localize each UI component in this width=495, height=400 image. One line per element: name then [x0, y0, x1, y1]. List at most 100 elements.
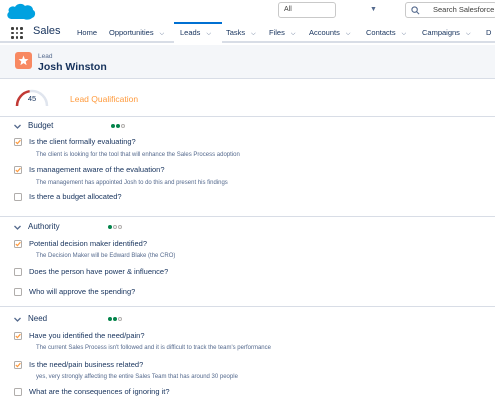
app-launcher-icon[interactable] [11, 27, 23, 39]
progress-dot [118, 317, 122, 321]
progress-dot [113, 225, 117, 229]
tab-files[interactable]: Files ⌵ [269, 22, 295, 43]
record-name: Josh Winston [38, 61, 107, 73]
tab-contacts[interactable]: Contacts ⌵ [366, 22, 406, 43]
chevron-down-icon[interactable]: ⌵ [251, 24, 256, 45]
chevron-down-icon[interactable]: ⌵ [402, 24, 407, 45]
progress-dot [108, 225, 112, 229]
question-answer: The management has appointed Josh to do … [36, 180, 228, 186]
question-checkbox[interactable] [14, 361, 22, 369]
chevron-down-icon[interactable]: ⌵ [291, 24, 296, 45]
section-divider [0, 216, 495, 217]
section-title: Authority [28, 222, 60, 231]
section-header-budget[interactable]: Budget [13, 121, 153, 133]
search-scope-select[interactable]: All [278, 2, 336, 18]
tab-label: Campaigns [422, 28, 460, 37]
question-checkbox[interactable] [14, 240, 22, 248]
progress-dot [118, 225, 122, 229]
search-scope-caret-icon[interactable]: ▼ [370, 6, 377, 13]
app-name: Sales [33, 25, 61, 37]
qualification-question: Is the need/pain business related? [14, 360, 314, 372]
qualification-question: Is management aware of the evaluation? [14, 165, 314, 177]
checkmark-icon [15, 362, 21, 368]
section-title: Need [28, 314, 48, 323]
checkmark-icon [15, 333, 21, 339]
salesforce-logo[interactable] [6, 2, 36, 22]
chevron-down-icon[interactable]: ⌵ [160, 24, 165, 45]
question-checkbox[interactable] [14, 332, 22, 340]
checkmark-icon [15, 167, 21, 173]
qualification-question: Is the client formally evaluating? [14, 137, 314, 149]
tab-label: Tasks [226, 28, 246, 37]
record-type-label: Lead [38, 53, 53, 60]
question-checkbox[interactable] [14, 166, 22, 174]
question-text: Is the need/pain business related? [29, 360, 144, 369]
progress-dot [108, 317, 112, 321]
question-text: Who will approve the spending? [29, 287, 136, 296]
section-divider [0, 306, 495, 307]
question-checkbox[interactable] [14, 288, 22, 296]
section-title: Budget [28, 121, 54, 130]
chevron-down-icon[interactable]: ⌵ [346, 24, 351, 45]
question-answer: yes, very strongly affecting the entire … [36, 374, 238, 380]
question-text: What are the consequences of ignoring it… [29, 387, 170, 396]
chevron-down-icon[interactable]: ⌵ [206, 25, 211, 43]
search-scope-value: All [284, 6, 292, 13]
question-text: Potential decision maker identified? [29, 239, 147, 248]
tab-label: Home [77, 28, 98, 37]
progress-dot [121, 124, 125, 128]
qualification-question: Does the person have power & influence? [14, 267, 314, 279]
tab-accounts[interactable]: Accounts ⌵ [309, 22, 350, 43]
progress-dot [111, 124, 115, 128]
question-answer: The Decision Maker will be Edward Blake … [36, 253, 176, 259]
chevron-down-icon[interactable] [13, 315, 22, 324]
tab-home[interactable]: Home [77, 22, 97, 43]
section-header-authority[interactable]: Authority [13, 222, 153, 234]
qualification-question: Is there a budget allocated? [14, 192, 314, 204]
tab-label: Files [269, 28, 285, 37]
progress-dot [116, 124, 120, 128]
tab-label: Leads [180, 28, 201, 37]
section-header-need[interactable]: Need [13, 314, 153, 326]
checkmark-icon [15, 241, 21, 247]
tab-label: D [486, 28, 492, 37]
progress-dot [113, 317, 117, 321]
question-checkbox[interactable] [14, 193, 22, 201]
tab-leads[interactable]: Leads ⌵ [174, 22, 222, 43]
record-header: Lead Josh Winston [0, 45, 495, 79]
chevron-down-icon[interactable]: ⌵ [466, 24, 471, 45]
tab-overflow[interactable]: D [486, 22, 491, 43]
search-placeholder: Search Salesforce [433, 5, 495, 14]
checkmark-icon [15, 139, 21, 145]
qualification-title: Lead Qualification [70, 94, 139, 104]
qualification-question: Who will approve the spending? [14, 287, 314, 299]
section-divider [0, 116, 495, 117]
search-icon [411, 6, 420, 15]
app-nav-bar: Sales Home Opportunities ⌵ Leads ⌵ Tasks ⌵ … [0, 22, 495, 43]
chevron-down-icon[interactable] [13, 122, 22, 131]
qualification-question: Potential decision maker identified? [14, 239, 314, 251]
qualification-question: What are the consequences of ignoring it… [14, 387, 314, 399]
question-checkbox[interactable] [14, 388, 22, 396]
global-header: All ▼ Search Salesforce [0, 0, 495, 22]
question-checkbox[interactable] [14, 268, 22, 276]
tab-tasks[interactable]: Tasks ⌵ [226, 22, 256, 43]
tab-label: Opportunities [109, 28, 154, 37]
question-text: Does the person have power & influence? [29, 267, 169, 276]
tab-campaigns[interactable]: Campaigns ⌵ [422, 22, 471, 43]
score-value: 45 [27, 94, 37, 103]
tab-label: Contacts [366, 28, 396, 37]
tab-label: Accounts [309, 28, 340, 37]
question-text: Is the client formally evaluating? [29, 137, 136, 146]
question-answer: The client is looking for the tool that … [36, 152, 240, 158]
question-checkbox[interactable] [14, 138, 22, 146]
global-search-input[interactable]: Search Salesforce [405, 2, 495, 18]
chevron-down-icon[interactable] [13, 223, 22, 232]
tab-opportunities[interactable]: Opportunities ⌵ [109, 22, 164, 43]
question-text: Is there a budget allocated? [29, 192, 122, 201]
question-text: Have you identified the need/pain? [29, 331, 145, 340]
lead-star-icon [15, 52, 32, 69]
qualification-question: Have you identified the need/pain? [14, 331, 314, 343]
question-answer: The current Sales Process isn't followed… [36, 345, 271, 351]
question-text: Is management aware of the evaluation? [29, 165, 165, 174]
